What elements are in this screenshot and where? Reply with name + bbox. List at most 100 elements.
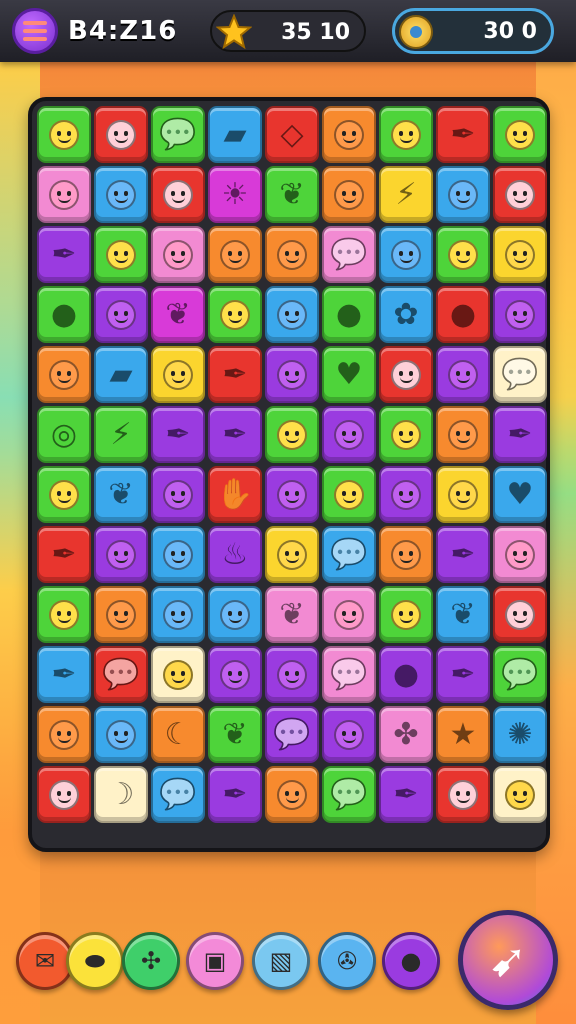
tile-r8-c7[interactable]: ❦ xyxy=(436,586,490,643)
tile-r5-c6[interactable] xyxy=(379,406,433,463)
tile-r8-c0[interactable] xyxy=(37,586,91,643)
tile-r10-c8[interactable]: ✺ xyxy=(493,706,547,763)
tile-r4-c8[interactable]: 💬 xyxy=(493,346,547,403)
tile-r6-c1[interactable]: ❦ xyxy=(94,466,148,523)
tile-r10-c3[interactable]: ❦ xyxy=(208,706,262,763)
tile-r2-c7[interactable] xyxy=(436,226,490,283)
tile-r3-c8[interactable] xyxy=(493,286,547,343)
tile-r0-c1[interactable] xyxy=(94,106,148,163)
tile-r2-c0[interactable]: ✒ xyxy=(37,226,91,283)
hammer-sound-icon[interactable]: ➹ xyxy=(458,910,558,1010)
tile-r0-c3[interactable]: ▰ xyxy=(208,106,262,163)
tile-r3-c1[interactable] xyxy=(94,286,148,343)
tile-r3-c5[interactable]: ● xyxy=(322,286,376,343)
tile-r7-c8[interactable] xyxy=(493,526,547,583)
tile-r2-c6[interactable] xyxy=(379,226,433,283)
tile-r9-c5[interactable]: 💬 xyxy=(322,646,376,703)
tile-r3-c0[interactable]: ● xyxy=(37,286,91,343)
compass-booster[interactable]: ✇ xyxy=(318,932,376,990)
tile-r2-c4[interactable] xyxy=(265,226,319,283)
tile-r9-c7[interactable]: ✒ xyxy=(436,646,490,703)
tile-r3-c6[interactable]: ✿ xyxy=(379,286,433,343)
tile-r9-c0[interactable]: ✒ xyxy=(37,646,91,703)
gift-booster[interactable]: ▣ xyxy=(186,932,244,990)
tile-r4-c1[interactable]: ▰ xyxy=(94,346,148,403)
tile-r0-c0[interactable] xyxy=(37,106,91,163)
tile-r5-c2[interactable]: ✒ xyxy=(151,406,205,463)
tile-r5-c8[interactable]: ✒ xyxy=(493,406,547,463)
tile-r4-c4[interactable] xyxy=(265,346,319,403)
tile-r5-c4[interactable] xyxy=(265,406,319,463)
tile-r3-c3[interactable] xyxy=(208,286,262,343)
tile-r11-c4[interactable] xyxy=(265,766,319,823)
tile-r11-c2[interactable]: 💬 xyxy=(151,766,205,823)
tile-r6-c0[interactable] xyxy=(37,466,91,523)
tile-r1-c4[interactable]: ❦ xyxy=(265,166,319,223)
tile-r8-c2[interactable] xyxy=(151,586,205,643)
tile-r3-c7[interactable]: ● xyxy=(436,286,490,343)
tile-r8-c8[interactable] xyxy=(493,586,547,643)
tile-r7-c0[interactable]: ✒ xyxy=(37,526,91,583)
tile-r8-c5[interactable] xyxy=(322,586,376,643)
tile-r2-c5[interactable]: 💬 xyxy=(322,226,376,283)
tile-r0-c4[interactable]: ◇ xyxy=(265,106,319,163)
menu-icon[interactable] xyxy=(12,8,58,54)
tile-r2-c1[interactable] xyxy=(94,226,148,283)
tile-r0-c8[interactable] xyxy=(493,106,547,163)
tile-r2-c3[interactable] xyxy=(208,226,262,283)
tile-r4-c2[interactable] xyxy=(151,346,205,403)
tile-r6-c5[interactable] xyxy=(322,466,376,523)
tile-r9-c1[interactable]: 💬 xyxy=(94,646,148,703)
tile-r10-c1[interactable] xyxy=(94,706,148,763)
tile-r1-c1[interactable] xyxy=(94,166,148,223)
tile-r9-c6[interactable]: ● xyxy=(379,646,433,703)
tile-r10-c7[interactable]: ★ xyxy=(436,706,490,763)
tile-r1-c6[interactable]: ⚡ xyxy=(379,166,433,223)
tile-r1-c8[interactable] xyxy=(493,166,547,223)
tile-r8-c3[interactable] xyxy=(208,586,262,643)
bean-booster[interactable]: ⬬ xyxy=(66,932,124,990)
tile-r7-c6[interactable] xyxy=(379,526,433,583)
tile-r5-c3[interactable]: ✒ xyxy=(208,406,262,463)
tile-r4-c7[interactable] xyxy=(436,346,490,403)
tile-r7-c5[interactable]: 💬 xyxy=(322,526,376,583)
tile-r7-c3[interactable]: ♨ xyxy=(208,526,262,583)
tile-r10-c0[interactable] xyxy=(37,706,91,763)
tile-r2-c2[interactable] xyxy=(151,226,205,283)
tile-r5-c5[interactable] xyxy=(322,406,376,463)
tile-r6-c2[interactable] xyxy=(151,466,205,523)
tile-r9-c8[interactable]: 💬 xyxy=(493,646,547,703)
tile-r3-c2[interactable]: ❦ xyxy=(151,286,205,343)
tile-r11-c3[interactable]: ✒ xyxy=(208,766,262,823)
tile-r6-c3[interactable]: ✋ xyxy=(208,466,262,523)
tile-r6-c8[interactable]: ♥ xyxy=(493,466,547,523)
tile-r11-c1[interactable]: ☽ xyxy=(94,766,148,823)
clover-booster[interactable]: ✣ xyxy=(122,932,180,990)
tile-r7-c7[interactable]: ✒ xyxy=(436,526,490,583)
tile-r7-c1[interactable] xyxy=(94,526,148,583)
tile-r6-c7[interactable] xyxy=(436,466,490,523)
tile-r4-c3[interactable]: ✒ xyxy=(208,346,262,403)
tile-r9-c3[interactable] xyxy=(208,646,262,703)
map-booster[interactable]: ▧ xyxy=(252,932,310,990)
tile-r8-c6[interactable] xyxy=(379,586,433,643)
tile-r4-c6[interactable] xyxy=(379,346,433,403)
bomb-booster[interactable]: ● xyxy=(382,932,440,990)
tile-r11-c6[interactable]: ✒ xyxy=(379,766,433,823)
tile-r10-c6[interactable]: ✤ xyxy=(379,706,433,763)
tile-r1-c3[interactable]: ☀ xyxy=(208,166,262,223)
tile-r11-c0[interactable] xyxy=(37,766,91,823)
tile-r0-c2[interactable]: 💬 xyxy=(151,106,205,163)
tile-r11-c8[interactable] xyxy=(493,766,547,823)
tile-r6-c4[interactable] xyxy=(265,466,319,523)
tile-r8-c1[interactable] xyxy=(94,586,148,643)
tile-r11-c5[interactable]: 💬 xyxy=(322,766,376,823)
tile-r8-c4[interactable]: ❦ xyxy=(265,586,319,643)
tile-r0-c6[interactable] xyxy=(379,106,433,163)
tile-r1-c5[interactable] xyxy=(322,166,376,223)
tile-r10-c5[interactable] xyxy=(322,706,376,763)
tile-r0-c7[interactable]: ✒ xyxy=(436,106,490,163)
tile-r1-c2[interactable] xyxy=(151,166,205,223)
tile-r9-c4[interactable] xyxy=(265,646,319,703)
tile-r2-c8[interactable] xyxy=(493,226,547,283)
